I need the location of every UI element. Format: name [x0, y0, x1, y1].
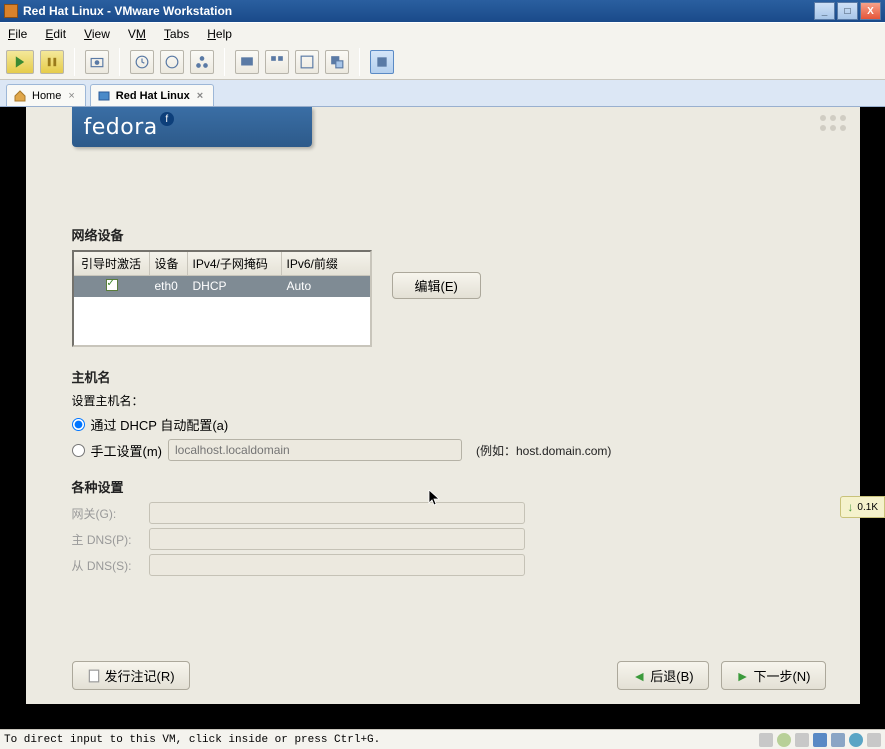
- hostname-input[interactable]: [168, 439, 462, 461]
- document-icon: [87, 669, 101, 683]
- home-icon: [13, 89, 27, 103]
- menu-bar: FFileile Edit View VM Tabs Help: [0, 22, 885, 44]
- release-notes-button[interactable]: 发行注记(R): [72, 661, 190, 690]
- status-sound-icon[interactable]: [849, 733, 863, 747]
- play-icon: [13, 55, 27, 69]
- tab-redhat-label: Red Hat Linux: [116, 90, 190, 102]
- activate-checkbox[interactable]: [106, 279, 118, 291]
- tab-bar: Home × Red Hat Linux ×: [0, 80, 885, 107]
- status-floppy-icon[interactable]: [795, 733, 809, 747]
- tab-redhat-close[interactable]: ×: [195, 90, 205, 102]
- gateway-label: 网关(G):: [72, 505, 144, 522]
- snapshot-tree-button[interactable]: [190, 50, 214, 74]
- network-speed-overlay: ↓ 0.1K: [840, 496, 885, 518]
- edit-button[interactable]: 编辑(E): [392, 272, 481, 299]
- redhat-icon: [97, 89, 111, 103]
- tab-home[interactable]: Home ×: [6, 84, 86, 106]
- tab-home-close[interactable]: ×: [66, 90, 76, 102]
- app-icon: [4, 4, 18, 18]
- status-printer-icon[interactable]: [867, 733, 881, 747]
- radio-dhcp-label: 通过 DHCP 自动配置(a): [91, 415, 229, 434]
- secondary-dns-label: 从 DNS(S):: [72, 557, 144, 574]
- toolbar: [0, 44, 885, 80]
- section-hostname: 主机名: [72, 367, 830, 386]
- maximize-button[interactable]: □: [837, 2, 858, 20]
- table-row[interactable]: eth0 DHCP Auto: [74, 276, 370, 297]
- radio-manual-label: 手工设置(m): [91, 441, 163, 460]
- col-activate[interactable]: 引导时激活: [74, 252, 150, 275]
- pause-button[interactable]: [40, 50, 64, 74]
- status-usb-icon[interactable]: [831, 733, 845, 747]
- power-on-button[interactable]: [6, 50, 34, 74]
- mouse-cursor: [428, 490, 442, 511]
- window-title: Red Hat Linux - VMware Workstation: [23, 4, 814, 18]
- status-text: To direct input to this VM, click inside…: [4, 734, 380, 746]
- status-net-icon[interactable]: [813, 733, 827, 747]
- download-arrow-icon: ↓: [847, 500, 853, 514]
- tree-icon: [195, 55, 209, 69]
- menu-edit[interactable]: Edit: [45, 27, 66, 41]
- secondary-dns-input[interactable]: [149, 554, 525, 576]
- back-button[interactable]: ◄ 后退(B): [617, 661, 708, 690]
- section-network-devices: 网络设备: [72, 225, 830, 244]
- clock-mgr-icon: [165, 55, 179, 69]
- screen-icon: [240, 55, 254, 69]
- grip-dots: [820, 115, 844, 131]
- hostname-prompt: 设置主机名：: [72, 392, 830, 409]
- menu-help[interactable]: Help: [207, 27, 232, 41]
- cell-ipv4: DHCP: [188, 276, 282, 297]
- radio-dhcp[interactable]: [72, 418, 85, 431]
- fedora-banner: fedora f: [72, 107, 312, 147]
- section-misc: 各种设置: [72, 477, 830, 496]
- menu-view[interactable]: View: [84, 27, 110, 41]
- status-cd-icon[interactable]: [777, 733, 791, 747]
- summary-icon: [375, 55, 389, 69]
- tab-redhat[interactable]: Red Hat Linux ×: [90, 84, 214, 106]
- gateway-input[interactable]: [149, 502, 525, 524]
- snapshot-icon: [90, 55, 104, 69]
- tab-home-label: Home: [32, 90, 61, 102]
- cell-ipv6: Auto: [282, 276, 348, 297]
- arrow-right-icon: ►: [736, 668, 750, 684]
- grid-icon: [270, 55, 284, 69]
- cell-device: eth0: [150, 276, 188, 297]
- unity-button[interactable]: [325, 50, 349, 74]
- snapshot-button[interactable]: [85, 50, 109, 74]
- col-ipv4[interactable]: IPv4/子网掩码: [188, 252, 282, 275]
- snapshot-mgr-button[interactable]: [160, 50, 184, 74]
- radio-manual[interactable]: [72, 444, 85, 457]
- minimize-button[interactable]: _: [814, 2, 835, 20]
- clock-icon: [135, 55, 149, 69]
- status-hdd-icon[interactable]: [759, 733, 773, 747]
- fedora-logo-text: fedora: [84, 115, 158, 140]
- download-speed: 0.1K: [857, 502, 878, 513]
- arrow-left-icon: ◄: [632, 668, 646, 684]
- menu-file[interactable]: FFileile: [8, 27, 27, 41]
- network-device-table: 引导时激活 设备 IPv4/子网掩码 IPv6/前缀 eth0 DHCP Aut…: [72, 250, 372, 347]
- col-ipv6[interactable]: IPv6/前缀: [282, 252, 348, 275]
- unity-icon: [330, 55, 344, 69]
- menu-tabs[interactable]: Tabs: [164, 27, 189, 41]
- next-button[interactable]: ► 下一步(N): [721, 661, 826, 690]
- revert-button[interactable]: [130, 50, 154, 74]
- status-bar: To direct input to this VM, click inside…: [0, 729, 885, 749]
- summary-button[interactable]: [370, 50, 394, 74]
- fedora-logo-badge: f: [160, 112, 174, 126]
- window-titlebar: Red Hat Linux - VMware Workstation _ □ X: [0, 0, 885, 22]
- primary-dns-input[interactable]: [149, 528, 525, 550]
- hostname-hint: (例如：host.domain.com): [476, 442, 611, 459]
- menu-vm[interactable]: VM: [128, 27, 146, 41]
- pause-icon: [45, 55, 59, 69]
- fullscreen-icon: [300, 55, 314, 69]
- col-device[interactable]: 设备: [150, 252, 188, 275]
- primary-dns-label: 主 DNS(P):: [72, 531, 144, 548]
- close-button[interactable]: X: [860, 2, 881, 20]
- fullscreen-button[interactable]: [295, 50, 319, 74]
- quick-switch-button[interactable]: [265, 50, 289, 74]
- show-console-button[interactable]: [235, 50, 259, 74]
- vm-display-area[interactable]: fedora f 网络设备 引导时激活 设备 IPv4/子网掩码 IPv6/前缀: [0, 107, 885, 729]
- installer-screen: fedora f 网络设备 引导时激活 设备 IPv4/子网掩码 IPv6/前缀: [26, 107, 860, 704]
